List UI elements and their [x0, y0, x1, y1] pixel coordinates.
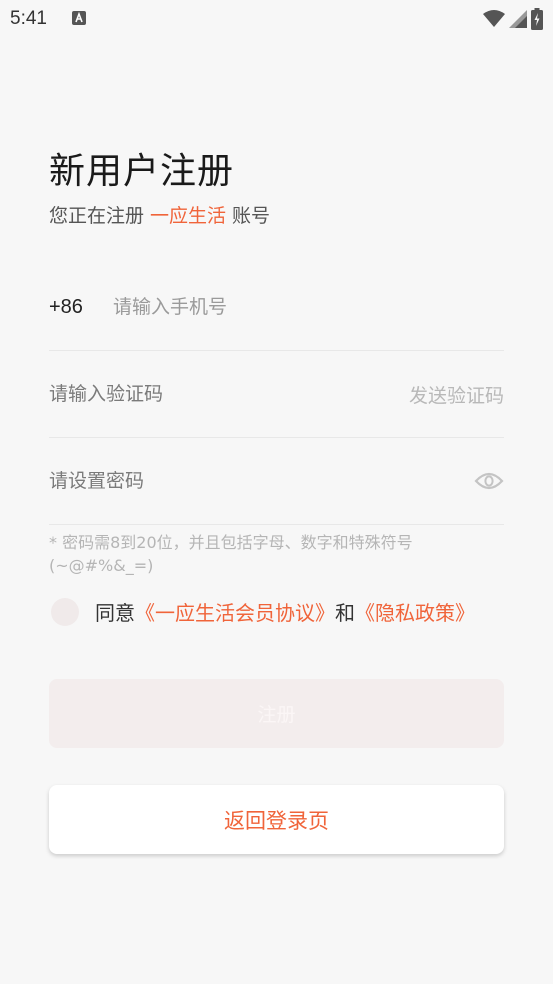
agree-prefix: 同意 [95, 601, 135, 625]
status-icons [483, 7, 543, 31]
country-code[interactable]: +86 [49, 296, 113, 319]
register-button[interactable]: 注册 [49, 679, 504, 748]
wifi-icon [483, 10, 505, 27]
password-field-row [49, 438, 504, 525]
agree-joiner: 和 [335, 601, 355, 625]
agree-checkbox[interactable] [51, 597, 79, 626]
a-notification-icon [72, 11, 86, 25]
verification-code-input[interactable] [49, 383, 409, 405]
eye-icon[interactable] [474, 470, 504, 492]
password-input[interactable] [49, 470, 474, 492]
phone-input[interactable] [113, 296, 504, 318]
privacy-policy-link[interactable]: 《隐私政策》 [355, 597, 475, 626]
code-field-row: 发送验证码 [49, 351, 504, 438]
status-time: 5:41 [10, 8, 47, 29]
subtitle-suffix: 账号 [232, 205, 271, 227]
signal-icon [509, 10, 527, 28]
battery-charging-icon [531, 8, 543, 30]
phone-field-row: +86 [49, 264, 504, 351]
status-bar: 5:41 [0, 0, 553, 40]
back-to-login-button[interactable]: 返回登录页 [49, 785, 504, 854]
member-agreement-link[interactable]: 《一应生活会员协议》 [135, 597, 335, 626]
send-code-button[interactable]: 发送验证码 [409, 381, 504, 408]
password-hint: * 密码需8到20位，并且包括字母、数字和特殊符号(~@#%&_=) [49, 533, 413, 575]
page-subtitle: 您正在注册 一应生活 账号 [49, 201, 270, 228]
subtitle-prefix: 您正在注册 [49, 205, 145, 227]
agreement-row: 同意 《一应生活会员协议》 和 《隐私政策》 [51, 597, 475, 626]
page-title: 新用户注册 [49, 151, 235, 192]
brand-name: 一应生活 [150, 205, 227, 227]
